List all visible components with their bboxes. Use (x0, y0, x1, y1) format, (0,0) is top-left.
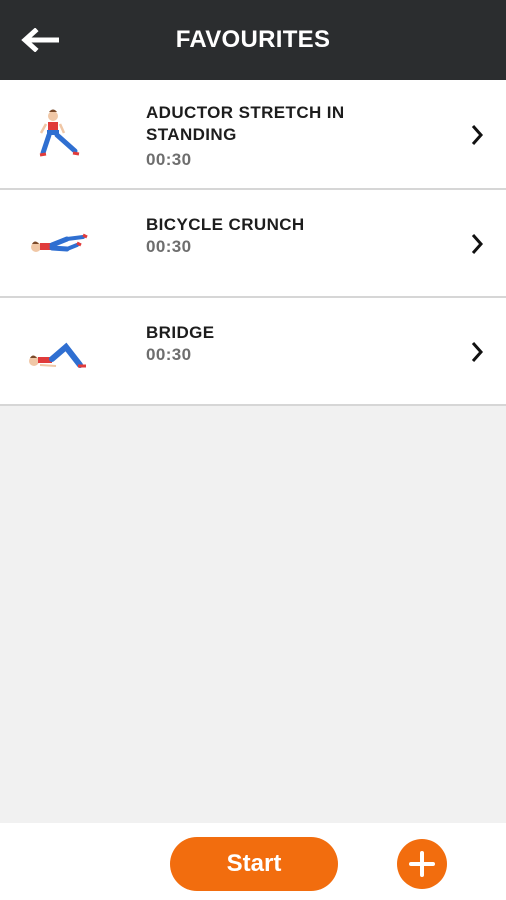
add-button[interactable] (397, 839, 447, 889)
exercise-illustration (22, 318, 96, 388)
bottom-bar: Start (0, 823, 506, 900)
exercise-row-adductor-stretch[interactable]: ADUCTOR STRETCH IN STANDING 00:30 (0, 80, 506, 190)
exercise-duration: 00:30 (146, 345, 192, 364)
chevron-right-icon (468, 232, 486, 256)
chevron-right-icon (468, 123, 486, 147)
start-button[interactable]: Start (170, 837, 338, 891)
exercise-duration: 00:30 (146, 150, 192, 169)
exercise-name: BRIDGE (146, 323, 215, 342)
favourites-list: ADUCTOR STRETCH IN STANDING 00:30 BICYCL… (0, 80, 506, 406)
page-title: FAVOURITES (175, 26, 331, 53)
chevron-right-icon (468, 340, 486, 364)
exercise-illustration (22, 210, 96, 280)
exercise-row-bridge[interactable]: BRIDGE 00:30 (0, 298, 506, 406)
exercise-name: BICYCLE CRUNCH (146, 215, 305, 234)
plus-icon (409, 851, 435, 877)
exercise-duration: 00:30 (146, 237, 192, 256)
exercise-row-bicycle-crunch[interactable]: BICYCLE CRUNCH 00:30 (0, 190, 506, 298)
exercise-illustration (22, 100, 96, 170)
exercise-name: ADUCTOR STRETCH IN STANDING (146, 103, 345, 144)
top-bar: FAVOURITES (0, 0, 506, 80)
